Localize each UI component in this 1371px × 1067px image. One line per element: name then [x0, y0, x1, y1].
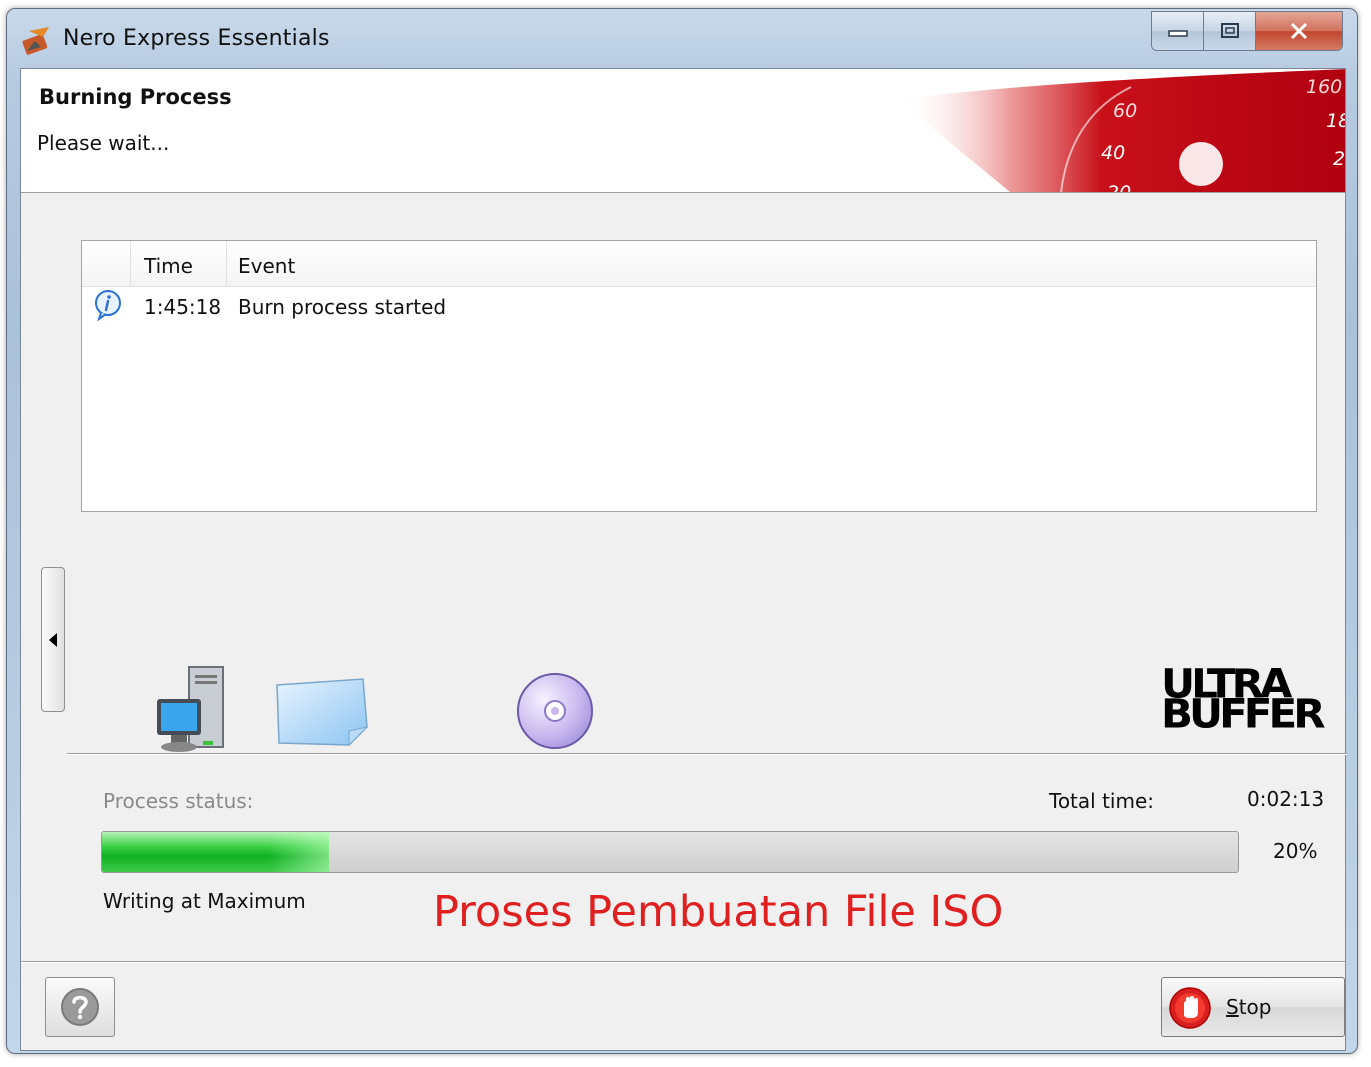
event-log-list[interactable]: Time Event 1:45:18 Burn process started	[81, 240, 1317, 512]
speedo-num-60: 60	[1113, 100, 1137, 122]
footer-divider	[21, 961, 1345, 963]
column-separator	[130, 241, 131, 287]
log-row-time: 1:45:18	[144, 295, 222, 319]
write-speed-label: Writing at Maximum	[103, 889, 306, 913]
overlay-caption: Proses Pembuatan File ISO	[433, 887, 1004, 937]
progress-percent: 20%	[1273, 839, 1318, 863]
app-window: Nero Express Essentials Burning Process …	[6, 8, 1358, 1054]
maximize-icon	[1220, 23, 1239, 38]
total-time-label: Total time:	[1049, 789, 1154, 813]
speedometer-graphic: 160 180 200 60 40 20	[901, 69, 1345, 193]
minimize-button[interactable]	[1152, 12, 1204, 50]
maximize-button[interactable]	[1204, 12, 1256, 50]
page-subtitle: Please wait...	[37, 131, 170, 155]
window-controls	[1151, 11, 1343, 51]
speedo-num-40: 40	[1101, 142, 1125, 164]
title-bar[interactable]: Nero Express Essentials	[7, 9, 1357, 69]
progress-bar-fill	[102, 832, 330, 872]
stop-button[interactable]: Stop	[1161, 977, 1345, 1037]
speedo-num-180: 180	[1326, 110, 1345, 132]
help-icon	[61, 988, 99, 1026]
nero-app-icon	[22, 27, 49, 55]
window-title: Nero Express Essentials	[63, 26, 330, 51]
speedo-num-200: 200	[1333, 148, 1345, 170]
speedo-num-20: 20	[1107, 182, 1131, 193]
total-time-value: 0:02:13	[1247, 787, 1325, 811]
column-header-time[interactable]: Time	[144, 254, 193, 278]
close-icon	[1290, 22, 1308, 40]
info-icon	[95, 290, 121, 321]
log-header-row: Time Event	[82, 241, 1316, 287]
arrow-left-icon	[49, 632, 57, 647]
file-icon	[276, 678, 369, 747]
section-divider	[67, 753, 1347, 755]
ultrabuffer-logo: ULTRA BUFFER	[1161, 664, 1326, 743]
log-row-event: Burn process started	[238, 295, 447, 319]
minimize-icon	[1167, 30, 1188, 37]
disc-icon	[517, 673, 593, 749]
close-button[interactable]	[1256, 12, 1342, 50]
page-header: Burning Process Please wait... 160 180 2…	[21, 69, 1345, 193]
column-header-event[interactable]: Event	[238, 254, 295, 278]
process-status-label: Process status:	[103, 789, 254, 813]
stop-hand-icon	[1169, 987, 1211, 1029]
computer-icon	[157, 666, 224, 752]
stop-button-label: Stop	[1226, 995, 1272, 1019]
collapse-panel-button[interactable]	[41, 567, 65, 712]
help-button[interactable]	[45, 977, 115, 1037]
progress-bar	[101, 831, 1239, 873]
page-title: Burning Process	[39, 85, 232, 109]
client-area: Burning Process Please wait... 160 180 2…	[20, 68, 1347, 1051]
logo-line-2: BUFFER	[1161, 690, 1326, 737]
speedo-num-160: 160	[1306, 76, 1342, 98]
column-separator	[226, 241, 227, 287]
